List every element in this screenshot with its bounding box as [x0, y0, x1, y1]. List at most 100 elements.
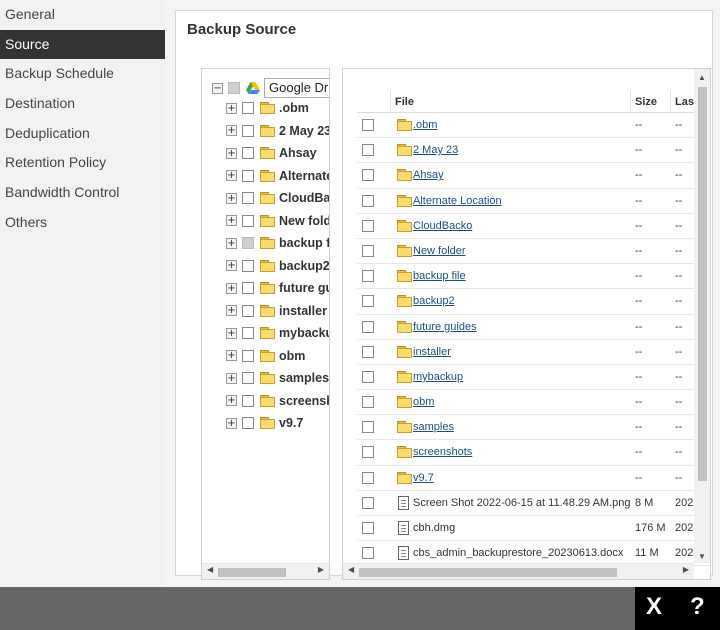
file-list-row[interactable]: Ahsay -- --: [357, 163, 710, 189]
expand-icon[interactable]: +: [226, 192, 237, 204]
scroll-thumb[interactable]: [359, 568, 617, 577]
file-name[interactable]: screenshots: [413, 440, 472, 465]
checkbox[interactable]: [242, 349, 254, 362]
tree-item[interactable]: + .obm: [226, 97, 309, 119]
scroll-left-arrow[interactable]: ◀: [207, 565, 213, 574]
sidebar-item-destination[interactable]: Destination: [0, 89, 165, 119]
checkbox[interactable]: [242, 417, 254, 429]
expand-icon[interactable]: +: [226, 417, 237, 429]
sidebar-item-retention-policy[interactable]: Retention Policy: [0, 148, 165, 178]
tree-item[interactable]: + samples: [226, 367, 329, 389]
checkbox[interactable]: [242, 304, 254, 317]
checkbox[interactable]: [362, 345, 374, 358]
sidebar-item-source[interactable]: Source: [0, 29, 165, 60]
tree-item[interactable]: + Ahsay: [226, 142, 317, 164]
checkbox[interactable]: [242, 259, 254, 272]
file-list-row[interactable]: Alternate Location -- --: [357, 189, 710, 214]
tree-item[interactable]: + mybackup: [226, 322, 329, 344]
checkbox[interactable]: [242, 237, 254, 249]
file-list-row[interactable]: backup2 -- --: [357, 289, 710, 315]
file-list-row[interactable]: installer -- --: [357, 340, 710, 365]
tree-item[interactable]: + obm: [226, 345, 305, 367]
scroll-down-arrow[interactable]: ▼: [698, 552, 706, 561]
checkbox[interactable]: [362, 547, 374, 560]
checkbox[interactable]: [242, 394, 254, 407]
checkbox[interactable]: [362, 219, 374, 232]
file-name[interactable]: installer: [413, 340, 451, 365]
expand-icon[interactable]: +: [226, 305, 237, 316]
checkbox[interactable]: [362, 471, 374, 484]
expand-icon[interactable]: +: [226, 147, 237, 159]
checkbox[interactable]: [362, 370, 374, 383]
file-name[interactable]: backup file: [413, 264, 466, 289]
checkbox[interactable]: [362, 194, 374, 207]
file-name[interactable]: mybackup: [413, 365, 463, 390]
file-list-row[interactable]: mybackup -- --: [357, 365, 710, 391]
checkbox[interactable]: [362, 295, 374, 308]
list-horizontal-scrollbar[interactable]: ◀ ▶: [343, 563, 694, 579]
expand-icon[interactable]: +: [226, 350, 237, 361]
file-list-row[interactable]: samples -- --: [357, 415, 710, 441]
checkbox[interactable]: [228, 82, 240, 94]
scroll-up-arrow[interactable]: ▲: [698, 73, 706, 82]
tree-item[interactable]: + New folder: [226, 210, 329, 232]
tree-item[interactable]: + backup2: [226, 255, 329, 277]
expand-icon[interactable]: +: [226, 260, 237, 271]
checkbox[interactable]: [362, 119, 374, 131]
file-name[interactable]: CloudBacko: [413, 214, 472, 239]
file-list-row[interactable]: .obm -- --: [357, 113, 710, 139]
checkbox[interactable]: [362, 244, 374, 257]
help-button[interactable]: ?: [690, 593, 705, 621]
expand-icon[interactable]: +: [226, 215, 237, 226]
sidebar-item-backup-schedule[interactable]: Backup Schedule: [0, 59, 165, 89]
expand-icon[interactable]: +: [226, 170, 237, 181]
file-name[interactable]: .obm: [413, 113, 437, 138]
checkbox[interactable]: [362, 496, 374, 509]
tree-item[interactable]: + installer: [226, 300, 327, 322]
file-list-row[interactable]: 2 May 23 -- --: [357, 138, 710, 164]
scroll-thumb[interactable]: [218, 568, 286, 577]
column-size[interactable]: Size: [630, 91, 670, 113]
tree-item[interactable]: + screenshots: [226, 390, 329, 412]
checkbox[interactable]: [242, 169, 254, 182]
file-list-row[interactable]: v9.7 -- --: [357, 466, 710, 491]
checkbox[interactable]: [242, 124, 254, 137]
expand-icon[interactable]: +: [226, 327, 237, 339]
file-list-row[interactable]: CloudBacko -- --: [357, 214, 710, 239]
expand-icon[interactable]: +: [226, 282, 237, 294]
file-name[interactable]: New folder: [413, 239, 466, 264]
file-name[interactable]: obm: [413, 390, 434, 415]
file-list-row[interactable]: backup file -- --: [357, 264, 710, 290]
collapse-icon[interactable]: −: [212, 82, 223, 94]
checkbox[interactable]: [362, 396, 374, 409]
file-name[interactable]: Ahsay: [413, 163, 444, 188]
checkbox[interactable]: [362, 169, 374, 182]
close-button[interactable]: X: [646, 593, 662, 621]
checkbox[interactable]: [242, 192, 254, 204]
tree-item[interactable]: + CloudBacko: [226, 187, 329, 209]
checkbox[interactable]: [242, 102, 254, 114]
file-name[interactable]: v9.7: [413, 466, 434, 491]
sidebar-item-bandwidth-control[interactable]: Bandwidth Control: [0, 178, 165, 208]
tree-item[interactable]: + future guides: [226, 277, 329, 299]
checkbox[interactable]: [242, 372, 254, 384]
checkbox[interactable]: [242, 147, 254, 159]
scroll-right-arrow[interactable]: ▶: [683, 565, 689, 574]
tree-item[interactable]: + backup file: [226, 232, 329, 254]
file-list-row[interactable]: Screen Shot 2022-06-15 at 11.48.29 AM.pn…: [357, 491, 710, 516]
checkbox[interactable]: [362, 446, 374, 459]
expand-icon[interactable]: +: [226, 237, 237, 249]
checkbox[interactable]: [362, 522, 374, 534]
checkbox[interactable]: [362, 421, 374, 434]
file-name[interactable]: samples: [413, 415, 454, 440]
file-list-row[interactable]: New folder -- --: [357, 239, 710, 265]
sidebar-item-others[interactable]: Others: [0, 208, 165, 238]
sidebar-item-general[interactable]: General: [0, 0, 165, 30]
expand-icon[interactable]: +: [226, 395, 237, 406]
file-name[interactable]: future guides: [413, 315, 477, 340]
checkbox[interactable]: [242, 282, 254, 294]
scroll-left-arrow[interactable]: ◀: [348, 565, 354, 574]
expand-icon[interactable]: +: [226, 125, 237, 136]
file-list-row[interactable]: obm -- --: [357, 390, 710, 416]
checkbox[interactable]: [242, 327, 254, 339]
